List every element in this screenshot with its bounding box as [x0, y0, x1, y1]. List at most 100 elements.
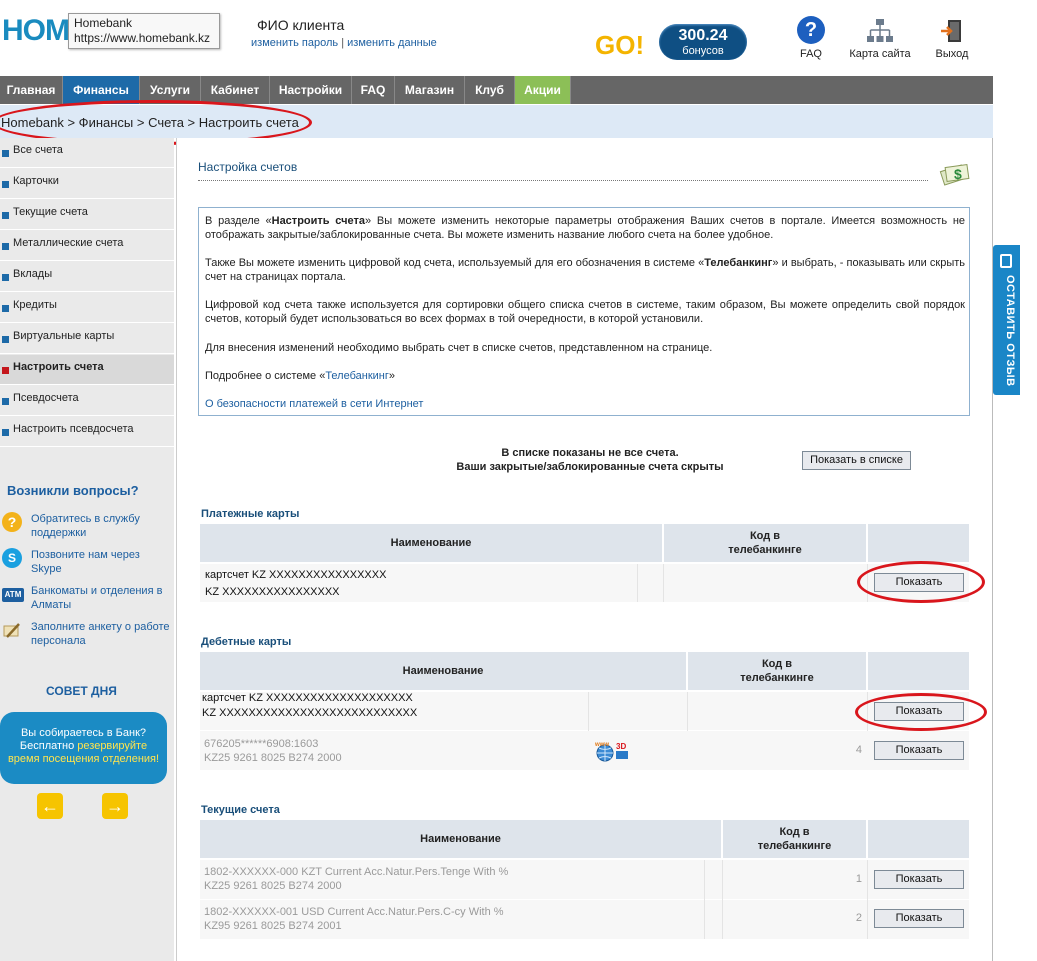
info-p2-b: Телебанкинг — [704, 257, 773, 269]
nav-faq[interactable]: FAQ — [352, 76, 395, 104]
info-paragraph-2: Также Вы можете изменить цифровой код сч… — [205, 256, 965, 284]
sidebar-item-configure-accounts[interactable]: Настроить счета — [0, 355, 174, 385]
notice-line-1: В списке показаны не все счета. — [501, 447, 679, 459]
column-header-name: Наименование — [200, 820, 721, 858]
help-title: Возникли вопросы? — [7, 483, 139, 498]
show-account-button[interactable]: Показать — [874, 870, 964, 889]
sidebar-item-credits[interactable]: Кредиты — [0, 293, 174, 323]
help-support[interactable]: ? Обратитесь в службу поддержки — [0, 512, 174, 540]
go-logo[interactable]: GO! — [595, 30, 644, 61]
account-name-line2: KZ XXXXXXXXXXXXXXXXXXXXXXXXXXX — [202, 707, 418, 719]
col-code-line2: телебанкинге — [757, 840, 832, 852]
help-atm[interactable]: ATM Банкоматы и отделения в Алматы — [0, 584, 174, 612]
col-code-line2: телебанкинге — [728, 544, 802, 556]
help-survey[interactable]: Заполните анкету о работе персонала — [0, 620, 174, 648]
sidebar-item-deposits[interactable]: Вклады — [0, 262, 174, 292]
tip-next-button[interactable]: → — [102, 793, 128, 819]
sidebar-item-label: Вклады — [13, 268, 53, 280]
sidebar-item-all-accounts[interactable]: Все счета — [0, 138, 174, 168]
info-paragraph-5: Подробнее о системе «Телебанкинг» — [205, 369, 965, 383]
tip-prev-button[interactable]: ← — [37, 793, 63, 819]
sidebar-item-current-accounts[interactable]: Текущие счета — [0, 200, 174, 230]
arrow-left-icon: ← — [41, 796, 59, 816]
client-links: изменить пароль | изменить данные — [251, 37, 437, 49]
svg-text:3D: 3D — [616, 742, 626, 751]
sidebar-item-pseudo-accounts[interactable]: Псевдосчета — [0, 386, 174, 416]
column-divider — [722, 860, 723, 939]
help-skype[interactable]: S Позвоните нам через Skype — [0, 548, 174, 576]
bullet-icon — [2, 336, 9, 343]
help-skype-text: Позвоните нам через Skype — [31, 549, 140, 575]
telebanking-code: 1 — [855, 873, 862, 885]
page-title: Настройка счетов — [198, 160, 298, 174]
telebanking-link[interactable]: Телебанкинг — [325, 370, 389, 382]
notice-line-2: Ваши закрытые/заблокированные счета скры… — [456, 461, 724, 473]
info-box: В разделе «Настроить счета» Вы можете из… — [198, 207, 970, 416]
bullet-icon — [2, 212, 9, 219]
col-code-line2: телебанкинге — [740, 672, 814, 684]
skype-icon: S — [2, 548, 22, 568]
info-p5-c: » — [388, 370, 395, 382]
col-code-line1: Код в — [749, 530, 781, 542]
sidebar-item-metal-accounts[interactable]: Металлические счета — [0, 231, 174, 261]
nav-club[interactable]: Клуб — [465, 76, 515, 104]
column-divider — [704, 860, 705, 939]
info-paragraph-4: Для внесения изменений необходимо выбрат… — [205, 342, 713, 354]
info-p2-a: Также Вы можете изменить цифровой код сч… — [205, 257, 705, 269]
info-paragraph-6: О безопасности платежей в сети Интернет — [205, 397, 965, 411]
change-data-link[interactable]: изменить данные — [347, 37, 437, 49]
www-3d-secure-icon: www 3D — [594, 740, 632, 762]
sidebar-item-cards[interactable]: Карточки — [0, 169, 174, 199]
sitemap-link[interactable]: Карта сайта — [845, 18, 915, 60]
column-header-code: Код в телебанкинге — [723, 820, 866, 858]
bullet-icon — [2, 274, 9, 281]
support-icon: ? — [2, 512, 22, 532]
show-account-button[interactable]: Показать — [874, 909, 964, 928]
column-header-name: Наименование — [200, 524, 662, 562]
bonus-badge[interactable]: 300.24 бонусов — [659, 24, 747, 60]
show-account-button[interactable]: Показать — [874, 741, 964, 760]
feedback-tab-label: ОСТАВИТЬ ОТЗЫВ — [1004, 275, 1016, 387]
sitemap-label: Карта сайта — [849, 48, 911, 60]
logout-link[interactable]: Выход — [931, 18, 973, 60]
tip-of-day[interactable]: Вы собираетесь в Банк? Бесплатно резерви… — [0, 712, 167, 784]
info-p1-a: В разделе « — [205, 215, 272, 227]
column-divider — [867, 860, 868, 939]
sidebar-item-label: Кредиты — [13, 299, 57, 311]
sidebar-item-label: Настроить псевдосчета — [13, 423, 134, 435]
sidebar-item-label: Карточки — [13, 175, 59, 187]
nav-promo[interactable]: Акции — [515, 76, 571, 104]
sidebar-item-label: Настроить счета — [13, 361, 104, 373]
bullet-icon — [2, 305, 9, 312]
atm-icon: ATM — [2, 588, 24, 602]
faq-link[interactable]: ? FAQ — [796, 16, 826, 60]
telebanking-code: 4 — [855, 744, 862, 756]
column-header-action — [868, 524, 969, 562]
sidebar-item-label: Псевдосчета — [13, 392, 79, 404]
bullet-icon — [2, 429, 9, 436]
sidebar-item-virtual-cards[interactable]: Виртуальные карты — [0, 324, 174, 354]
sidebar-item-configure-pseudo[interactable]: Настроить псевдосчета — [0, 417, 174, 447]
show-in-list-button[interactable]: Показать в списке — [802, 451, 911, 470]
nav-shop[interactable]: Магазин — [395, 76, 465, 104]
tip-text: Вы собираетесь в Банк? Бесплатно резерви… — [0, 727, 167, 766]
right-margin — [993, 0, 1037, 961]
change-password-link[interactable]: изменить пароль — [251, 37, 338, 49]
account-name-line2: KZ XXXXXXXXXXXXXXXX — [205, 586, 340, 598]
debit-cards-title: Дебетные карты — [201, 636, 292, 648]
money-icon: $ — [939, 159, 971, 187]
link-separator: | — [341, 37, 345, 49]
tip-line-2: Бесплатно резервируйте — [0, 740, 167, 753]
col-code-line1: Код в — [779, 826, 810, 838]
nav-home[interactable]: Главная — [0, 76, 63, 104]
feedback-tab[interactable]: ОСТАВИТЬ ОТЗЫВ — [993, 245, 1020, 395]
nav-cabinet[interactable]: Кабинет — [201, 76, 270, 104]
payment-security-link[interactable]: О безопасности платежей в сети Интернет — [205, 398, 423, 410]
account-name-line1: картсчет KZ XXXXXXXXXXXXXXXXXXXX — [202, 692, 413, 704]
info-p1-b: Настроить счета — [271, 215, 366, 227]
sidebar-item-label: Металлические счета — [13, 237, 124, 249]
svg-text:www: www — [594, 742, 609, 748]
tip-line-2b: резервируйте — [77, 740, 148, 752]
bullet-icon — [2, 243, 9, 250]
nav-settings[interactable]: Настройки — [270, 76, 352, 104]
